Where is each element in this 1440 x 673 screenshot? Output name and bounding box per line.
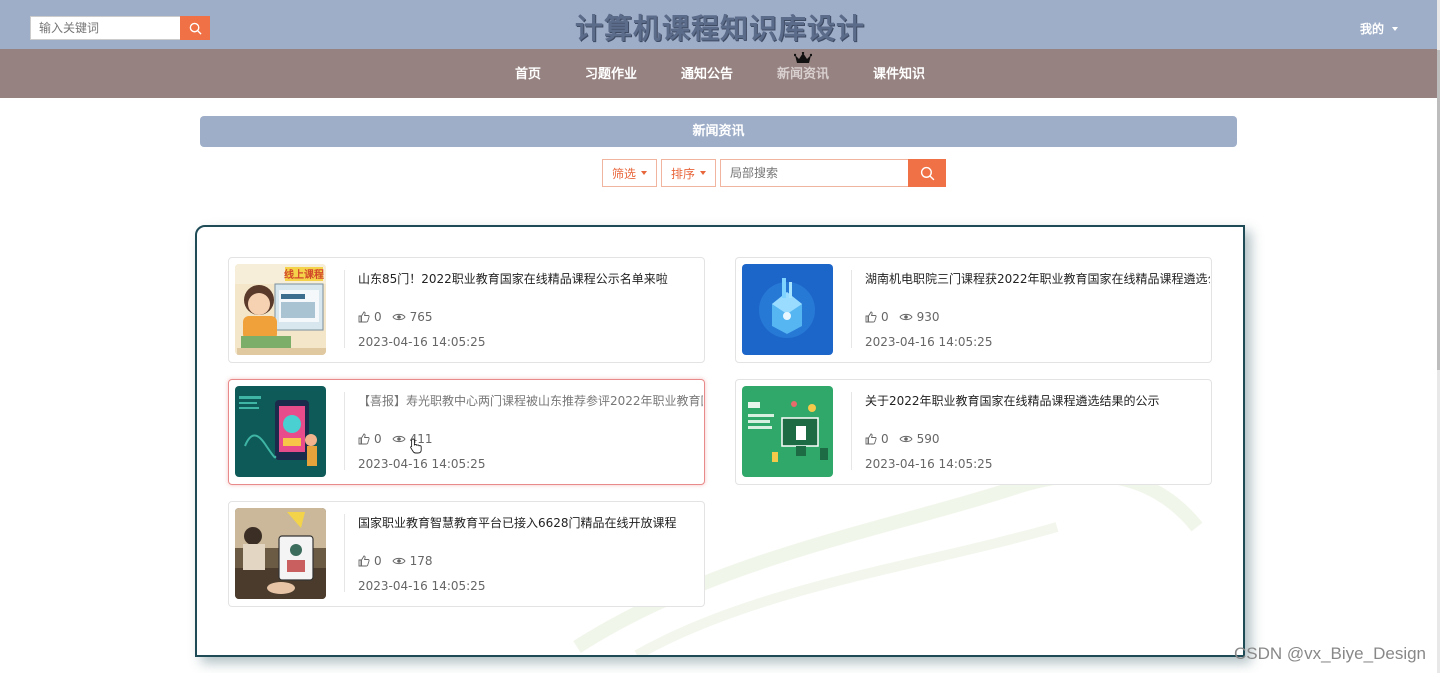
nav-item-notices[interactable]: 通知公告: [659, 49, 755, 98]
like-stat: 0: [358, 554, 382, 568]
sort-dropdown[interactable]: 排序: [661, 159, 717, 187]
nav-item-label: 习题作业: [584, 67, 637, 82]
news-thumbnail: [235, 508, 326, 599]
like-stat: 0: [865, 432, 889, 446]
like-stat: 0: [865, 310, 889, 324]
news-stats: 0 765: [358, 310, 443, 324]
news-date: 2023-04-16 14:05:25: [358, 579, 486, 593]
card-divider: [344, 392, 345, 470]
card-divider: [851, 270, 852, 348]
user-menu[interactable]: 我的: [1360, 20, 1398, 37]
news-title: 关于2022年职业教育国家在线精品课程遴选结果的公示: [865, 394, 1160, 408]
site-title: 计算机课程知识库设计: [574, 12, 865, 45]
news-title: 国家职业教育智慧教育平台已接入6628门精品在线开放课程: [358, 516, 677, 530]
eye-icon: [899, 435, 913, 443]
news-panel: 线上课程 山东85门！2022职业教育国家在线精品课程公示名单来啦 0 765 …: [195, 225, 1245, 657]
like-count: 0: [374, 310, 382, 324]
view-stat: 178: [392, 554, 433, 568]
news-stats: 0 590: [865, 432, 950, 446]
news-card[interactable]: 国家职业教育智慧教育平台已接入6628门精品在线开放课程 0 178 2023-…: [228, 501, 705, 607]
view-count: 930: [916, 310, 940, 324]
news-title: 【喜报】寿光职教中心两门课程被山东推荐参评2022年职业教育国: [358, 394, 703, 408]
nav-item-courseware[interactable]: 课件知识: [851, 49, 947, 98]
news-card[interactable]: 线上课程 山东85门！2022职业教育国家在线精品课程公示名单来啦 0 765 …: [228, 257, 705, 363]
view-stat: 930: [899, 310, 940, 324]
sort-dropdown-label: 排序: [671, 166, 696, 181]
news-stats: 0 930: [865, 310, 950, 324]
news-card[interactable]: 湖南机电职院三门课程获2022年职业教育国家在线精品课程遴选公 0 930 20…: [735, 257, 1212, 363]
local-search-input[interactable]: [720, 159, 909, 187]
local-search-button[interactable]: [908, 159, 947, 187]
news-thumbnail: 线上课程: [235, 264, 326, 355]
chevron-down-icon: [1392, 26, 1398, 31]
svg-text:线上课程: 线上课程: [284, 268, 324, 281]
eye-icon: [899, 313, 913, 321]
nav-item-home[interactable]: 首页: [493, 49, 563, 98]
hand-cursor-icon: [410, 438, 422, 454]
nav-item-label: 通知公告: [680, 67, 733, 82]
card-divider: [344, 514, 345, 592]
filter-dropdown-label: 筛选: [612, 166, 637, 181]
news-stats: 0 411: [358, 432, 443, 446]
news-thumbnail: [742, 386, 833, 477]
news-date: 2023-04-16 14:05:25: [865, 335, 993, 349]
top-header: 计算机课程知识库设计 我的: [0, 0, 1440, 49]
nav-item-label: 首页: [514, 67, 541, 82]
like-stat: 0: [358, 310, 382, 324]
news-stats: 0 178: [358, 554, 443, 568]
nav-item-exercises[interactable]: 习题作业: [563, 49, 659, 98]
watermark: CSDN @vx_Biye_Design: [1233, 644, 1426, 663]
news-date: 2023-04-16 14:05:25: [358, 457, 486, 471]
view-stat: 765: [392, 310, 433, 324]
card-divider: [851, 392, 852, 470]
main-nav: 首页 习题作业 通知公告 新闻资讯 课件知识: [0, 49, 1440, 98]
thumbs-up-icon: [865, 311, 877, 323]
nav-item-label: 新闻资讯: [777, 67, 830, 82]
news-date: 2023-04-16 14:05:25: [358, 335, 486, 349]
thumbs-up-icon: [865, 433, 877, 445]
eye-icon: [392, 435, 406, 443]
like-count: 0: [374, 432, 382, 446]
news-title: 山东85门！2022职业教育国家在线精品课程公示名单来啦: [358, 272, 668, 286]
like-count: 0: [881, 310, 889, 324]
like-count: 0: [881, 432, 889, 446]
thumbs-up-icon: [358, 311, 370, 323]
crown-icon: [794, 52, 812, 63]
eye-icon: [392, 313, 406, 321]
thumbs-up-icon: [358, 555, 370, 567]
local-search: [720, 159, 947, 187]
view-stat: 590: [899, 432, 940, 446]
search-icon: [920, 166, 934, 180]
news-date: 2023-04-16 14:05:25: [865, 457, 993, 471]
like-count: 0: [374, 554, 382, 568]
like-stat: 0: [358, 432, 382, 446]
view-count: 590: [916, 432, 940, 446]
news-thumbnail: [235, 386, 326, 477]
nav-item-news[interactable]: 新闻资讯: [755, 49, 851, 98]
nav-item-label: 课件知识: [873, 67, 926, 82]
news-title: 湖南机电职院三门课程获2022年职业教育国家在线精品课程遴选公: [865, 272, 1210, 286]
user-menu-label: 我的: [1359, 22, 1384, 36]
view-count: 178: [409, 554, 433, 568]
card-divider: [344, 270, 345, 348]
news-card[interactable]: 【喜报】寿光职教中心两门课程被山东推荐参评2022年职业教育国 0 411 20…: [228, 379, 705, 485]
chevron-down-icon: [700, 171, 707, 175]
filter-row: 筛选 排序: [602, 159, 947, 187]
view-count: 765: [409, 310, 433, 324]
chevron-down-icon: [641, 171, 648, 175]
section-title: 新闻资讯: [200, 116, 1237, 147]
filter-dropdown[interactable]: 筛选: [602, 159, 658, 187]
news-card[interactable]: 关于2022年职业教育国家在线精品课程遴选结果的公示 0 590 2023-04…: [735, 379, 1212, 485]
eye-icon: [392, 557, 406, 565]
thumbs-up-icon: [358, 433, 370, 445]
news-thumbnail: [742, 264, 833, 355]
